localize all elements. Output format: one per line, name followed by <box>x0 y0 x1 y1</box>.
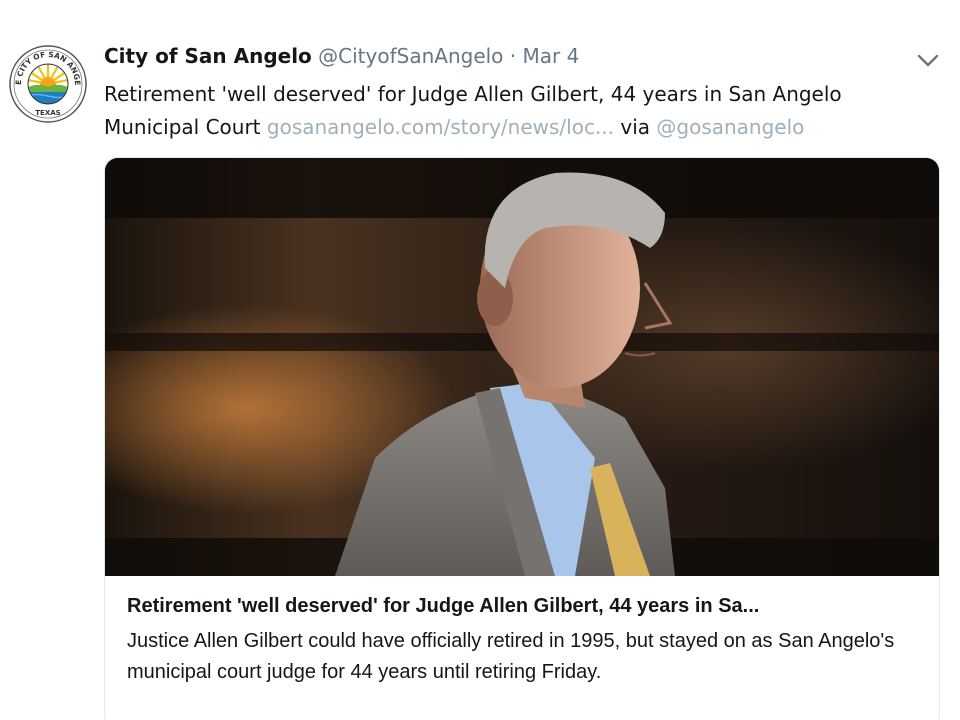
card-description: Justice Allen Gilbert could have officia… <box>127 630 895 683</box>
link-card[interactable]: Retirement 'well deserved' for Judge All… <box>104 157 940 720</box>
card-photo <box>105 158 939 576</box>
city-seal-icon: THE CITY OF SAN ANGELO TEXAS <box>5 37 87 123</box>
more-options-button[interactable] <box>912 48 944 72</box>
tweet-header: City of San Angelo @CityofSanAngelo · Ma… <box>104 44 579 68</box>
display-name[interactable]: City of San Angelo <box>104 44 312 68</box>
tweet-date[interactable]: Mar 4 <box>523 44 580 68</box>
separator-dot: · <box>509 44 517 68</box>
chevron-down-icon <box>917 54 939 67</box>
seal-bottom-text: TEXAS <box>35 109 60 117</box>
avatar[interactable]: THE CITY OF SAN ANGELO TEXAS <box>5 37 88 124</box>
via-handle-link[interactable]: @gosanangelo <box>656 115 804 139</box>
tweet: THE CITY OF SAN ANGELO TEXAS City of San… <box>0 0 960 720</box>
article-link[interactable]: gosanangelo.com/story/news/loc... <box>267 115 614 139</box>
card-title[interactable]: Retirement 'well deserved' for Judge All… <box>127 592 917 620</box>
tweet-text: Retirement 'well deserved' for Judge All… <box>104 78 904 144</box>
via-text: via <box>614 115 657 139</box>
user-handle[interactable]: @CityofSanAngelo <box>318 44 503 68</box>
card-body: Retirement 'well deserved' for Judge All… <box>127 592 917 688</box>
